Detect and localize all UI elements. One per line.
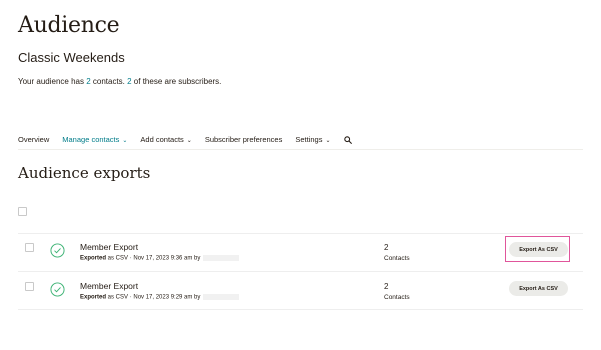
nav-settings-label: Settings: [295, 135, 323, 144]
chevron-down-icon: ⌄: [186, 138, 192, 144]
audience-nav: Overview Manage contacts ⌄ Add contacts ⌄ …: [18, 135, 365, 144]
export-status: Exported: [80, 255, 107, 262]
export-status: Exported: [80, 294, 107, 301]
redacted-user: [203, 255, 240, 261]
row-separator: [18, 309, 583, 310]
export-meta: Exported as CSV · Nov 17, 2023 9:36 am b…: [80, 255, 240, 262]
nav-manage-contacts[interactable]: Manage contacts ⌄: [62, 135, 127, 144]
chevron-down-icon: ⌄: [325, 138, 331, 144]
page-title: Audience: [18, 13, 120, 38]
export-name: Member Export: [80, 281, 139, 291]
search-icon: [343, 135, 352, 144]
nav-settings[interactable]: Settings ⌄: [295, 135, 330, 144]
audience-summary: Your audience has 2 contacts. 2 of these…: [18, 77, 221, 86]
row-checkbox[interactable]: [25, 282, 34, 291]
nav-overview[interactable]: Overview: [18, 135, 49, 144]
nav-manage-contacts-label: Manage contacts: [62, 135, 120, 144]
summary-text-1: Your audience has: [18, 77, 87, 86]
redacted-user: [203, 294, 240, 300]
row-checkbox[interactable]: [25, 243, 34, 252]
search-button[interactable]: [343, 135, 352, 144]
audience-name: Classic Weekends: [18, 50, 125, 65]
export-details: as CSV · Nov 17, 2023 9:29 am by: [106, 294, 201, 301]
export-count: 2: [384, 282, 389, 291]
nav-divider: [18, 149, 583, 150]
summary-text-2: contacts.: [90, 77, 128, 86]
export-count-label: Contacts: [384, 255, 410, 262]
export-as-csv-button[interactable]: Export As CSV: [509, 281, 568, 296]
nav-add-contacts-label: Add contacts: [140, 135, 184, 144]
section-title: Audience exports: [18, 164, 151, 182]
check-circle-icon: [50, 282, 65, 297]
export-count: 2: [384, 243, 389, 252]
export-details: as CSV · Nov 17, 2023 9:36 am by: [106, 255, 201, 262]
export-row: [18, 234, 583, 270]
check-circle-icon: [50, 243, 65, 258]
select-all-checkbox[interactable]: [18, 207, 27, 216]
nav-subscriber-preferences[interactable]: Subscriber preferences: [205, 135, 283, 144]
chevron-down-icon: ⌄: [122, 138, 128, 144]
highlight-box: [505, 236, 570, 262]
export-count-label: Contacts: [384, 294, 410, 301]
export-name: Member Export: [80, 242, 139, 252]
export-meta: Exported as CSV · Nov 17, 2023 9:29 am b…: [80, 294, 240, 301]
summary-text-3: of these are subscribers.: [131, 77, 222, 86]
nav-add-contacts[interactable]: Add contacts ⌄: [140, 135, 191, 144]
